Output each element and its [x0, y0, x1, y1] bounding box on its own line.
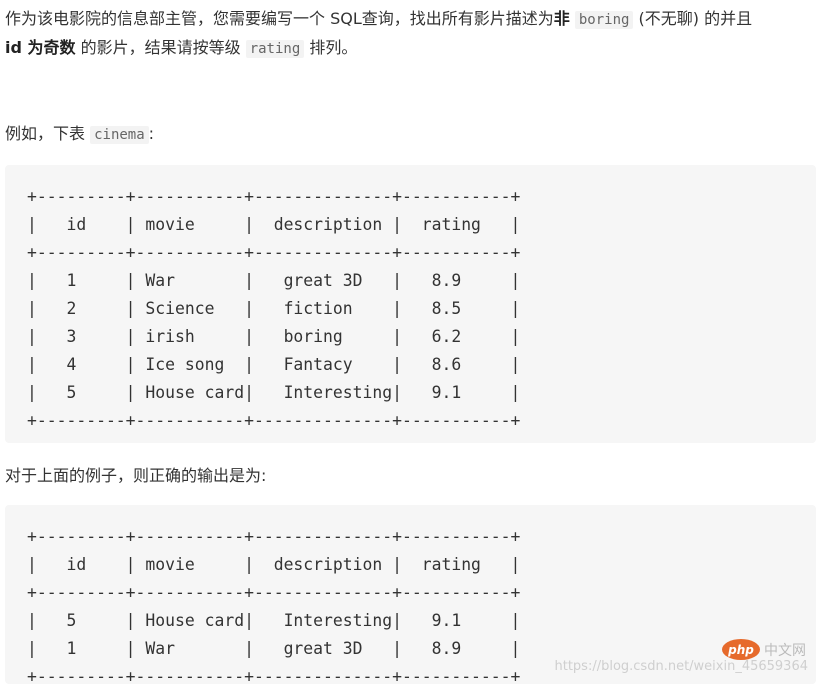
intro-text-1: 作为该电影院的信息部主管，您需要编写一个 SQL查询，找出所有影片描述为: [5, 9, 554, 28]
intro-text-2: (不无聊) 的并且: [633, 9, 753, 28]
intro-bold-not: 非: [553, 9, 570, 28]
inline-code-boring: boring: [574, 11, 634, 29]
intro-bold-odd-id: id 为奇数: [5, 38, 76, 57]
php-logo-icon: php: [722, 639, 760, 660]
csdn-watermark: https://blog.csdn.net/weixin_45659364: [554, 659, 808, 674]
intro-text-4: 排列。: [304, 38, 358, 57]
example-intro-suffix: :: [148, 124, 155, 143]
intro-paragraph: 作为该电影院的信息部主管，您需要编写一个 SQL查询，找出所有影片描述为非 bo…: [5, 5, 752, 63]
inline-code-rating: rating: [245, 40, 305, 58]
example-intro: 例如，下表 cinema:: [5, 120, 154, 149]
cinema-input-table: +---------+-----------+--------------+--…: [5, 165, 816, 443]
intro-text-3: 的影片，结果请按等级: [75, 38, 246, 57]
expected-output-table: +---------+-----------+--------------+--…: [5, 505, 816, 684]
php-logo: php 中文网: [722, 639, 806, 660]
output-intro: 对于上面的例子，则正确的输出是为:: [5, 466, 267, 485]
php-logo-text: 中文网: [764, 642, 806, 659]
inline-code-cinema: cinema: [90, 126, 149, 144]
example-intro-prefix: 例如，下表: [5, 124, 91, 143]
